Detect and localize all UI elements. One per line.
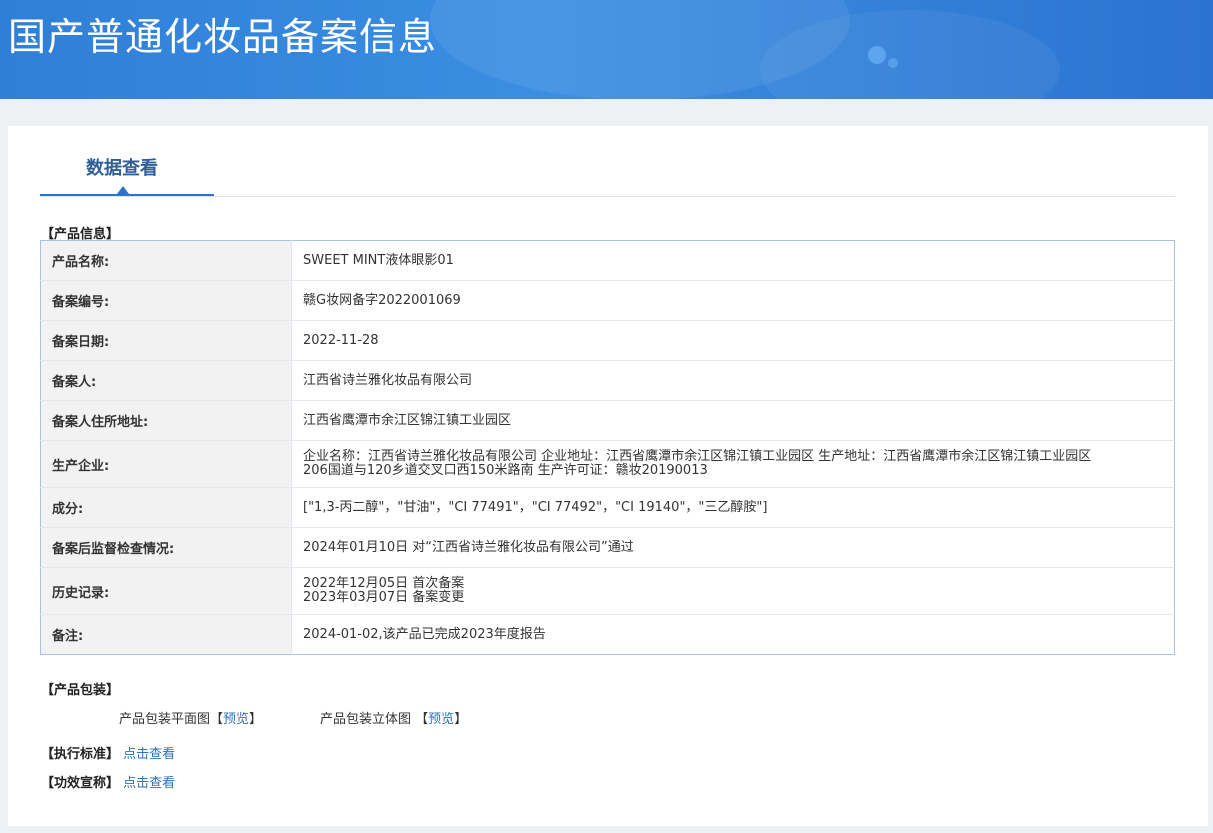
table-row: 生产企业: 企业名称：江西省诗兰雅化妆品有限公司 企业地址：江西省鹰潭市余江区锦… <box>40 440 1175 488</box>
bracket: 【 <box>210 712 224 727</box>
content-panel: 数据查看 【产品信息】 产品名称: SWEET MINT液体眼影01 备案编号:… <box>8 126 1208 826</box>
packaging-stereo-item: 产品包装立体图 【预览】 <box>320 708 467 727</box>
row-key: 成分: <box>40 487 292 528</box>
row-key: 生产企业: <box>40 440 292 488</box>
table-row: 成分: ["1,3-丙二醇"，"甘油"，"CI 77491"，"CI 77492… <box>40 487 1175 528</box>
row-key: 备案后监督检查情况: <box>40 527 292 568</box>
row-key: 备案人住所地址: <box>40 400 292 441</box>
value-line: 2023年03月07日 备案变更 <box>303 590 465 605</box>
row-key: 备案人: <box>40 360 292 401</box>
row-value: 企业名称：江西省诗兰雅化妆品有限公司 企业地址：江西省鹰潭市余江区锦江镇工业园区… <box>291 440 1175 488</box>
value-line: 206国道与120乡道交叉口西150米路南 生产许可证：赣妆20190013 <box>303 463 708 478</box>
row-key: 产品名称: <box>40 240 292 281</box>
table-row: 备案人住所地址: 江西省鹰潭市余江区锦江镇工业园区 <box>40 400 1175 441</box>
value-line: 企业名称：江西省诗兰雅化妆品有限公司 企业地址：江西省鹰潭市余江区锦江镇工业园区… <box>303 449 1092 464</box>
preview-flat-link[interactable]: 预览 <box>223 712 249 727</box>
bracket: 【 <box>415 712 429 727</box>
value-line: 2022年12月05日 首次备案 <box>303 576 465 591</box>
row-key: 备注: <box>40 614 292 655</box>
packaging-flat-label: 产品包装平面图 <box>119 712 211 727</box>
row-value: SWEET MINT液体眼影01 <box>291 240 1175 281</box>
table-row: 备注: 2024-01-02,该产品已完成2023年度报告 <box>40 614 1175 655</box>
banner-dot <box>888 58 898 68</box>
efficacy-link[interactable]: 点击查看 <box>123 776 175 791</box>
page-title: 国产普通化妆品备案信息 <box>8 15 438 59</box>
table-row: 备案人: 江西省诗兰雅化妆品有限公司 <box>40 360 1175 401</box>
page-banner: 国产普通化妆品备案信息 <box>0 0 1213 99</box>
row-value: 2022-11-28 <box>291 320 1175 361</box>
packaging-stereo-label: 产品包装立体图 <box>320 712 412 727</box>
row-value: 2024-01-02,该产品已完成2023年度报告 <box>303 626 546 642</box>
row-value: ["1,3-丙二醇"，"甘油"，"CI 77491"，"CI 77492"，"C… <box>291 487 1175 528</box>
packaging-title: 【产品包装】 <box>41 683 120 698</box>
tab-data-view[interactable]: 数据查看 <box>40 126 214 196</box>
table-row: 历史记录: 2022年12月05日 首次备案 2023年03月07日 备案变更 <box>40 567 1175 615</box>
table-row: 备案后监督检查情况: 2024年01月10日 对“江西省诗兰雅化妆品有限公司”通… <box>40 527 1175 568</box>
row-key: 备案编号: <box>40 280 292 321</box>
table-row: 备案编号: 赣G妆网备字2022001069 <box>40 280 1175 321</box>
row-key: 备案日期: <box>40 320 292 361</box>
preview-stereo-link[interactable]: 预览 <box>428 712 454 727</box>
table-row: 产品名称: SWEET MINT液体眼影01 <box>40 240 1175 281</box>
packaging-flat-item: 产品包装平面图【预览】 <box>119 708 262 727</box>
tab-caret-icon <box>117 186 129 194</box>
bracket: 】 <box>454 712 468 727</box>
efficacy-label: 【功效宣称】 <box>41 776 120 791</box>
tab-bar: 数据查看 <box>40 126 1175 197</box>
standards-row: 【执行标准】 点击查看 <box>41 743 175 762</box>
product-info-table: 产品名称: SWEET MINT液体眼影01 备案编号: 赣G妆网备字20220… <box>40 240 1175 655</box>
banner-dot <box>868 46 886 64</box>
bracket: 】 <box>249 712 263 727</box>
table-row: 备案日期: 2022-11-28 <box>40 320 1175 361</box>
row-value: 2022年12月05日 首次备案 2023年03月07日 备案变更 <box>291 567 1175 615</box>
row-value: 江西省鹰潭市余江区锦江镇工业园区 <box>291 400 1175 441</box>
row-value: 江西省诗兰雅化妆品有限公司 <box>291 360 1175 401</box>
standards-link[interactable]: 点击查看 <box>123 747 175 762</box>
row-value: 2024年01月10日 对“江西省诗兰雅化妆品有限公司”通过 <box>291 527 1175 568</box>
tab-label: 数据查看 <box>86 158 158 179</box>
efficacy-row: 【功效宣称】 点击查看 <box>41 772 175 791</box>
row-key: 历史记录: <box>40 567 292 615</box>
standards-label: 【执行标准】 <box>41 747 120 762</box>
row-value: 赣G妆网备字2022001069 <box>291 280 1175 321</box>
